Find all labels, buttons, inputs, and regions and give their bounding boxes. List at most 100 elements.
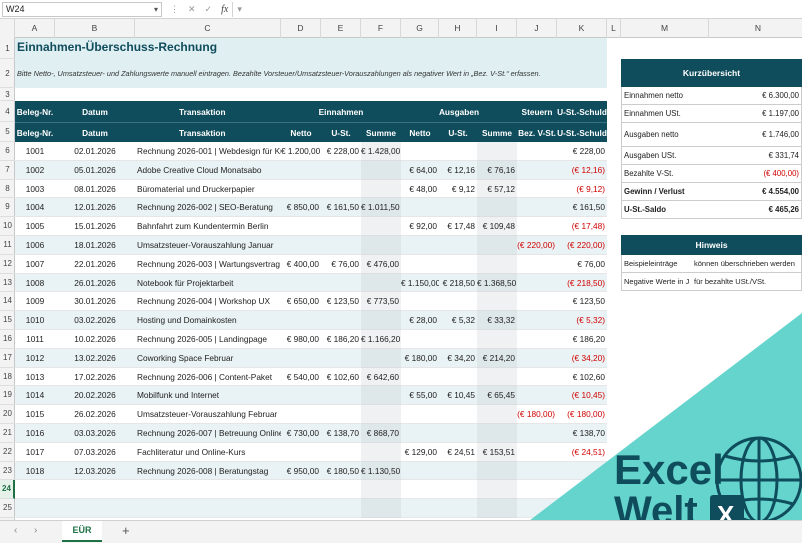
row-header-12[interactable]: 12 <box>0 255 15 274</box>
cell-an[interactable]: € 48,00 <box>401 180 439 199</box>
cell-es[interactable]: € 1.166,20 <box>361 330 401 349</box>
cell-datum[interactable]: 10.02.2026 <box>55 330 135 349</box>
cell-bv[interactable] <box>517 255 557 274</box>
cell-as[interactable] <box>477 198 517 218</box>
cell-nr[interactable]: 1005 <box>15 217 55 236</box>
insert-function-icon[interactable]: fx <box>221 4 228 15</box>
row-header-2[interactable]: 2 <box>0 59 15 88</box>
cell-us[interactable]: (€ 9,12) <box>557 180 607 199</box>
cell-nr[interactable]: 1001 <box>15 142 55 161</box>
cell-as[interactable]: € 33,32 <box>477 311 517 330</box>
cell-trans[interactable]: Notebook für Projektarbeit <box>137 274 281 293</box>
cell-es[interactable] <box>361 311 401 330</box>
cell-an[interactable] <box>401 198 439 217</box>
cell-nr[interactable]: 1013 <box>15 368 55 387</box>
cell-bv[interactable] <box>517 161 557 180</box>
row-header-4[interactable]: 4 <box>0 101 15 122</box>
cell-an[interactable] <box>401 480 439 499</box>
cell-an[interactable] <box>401 330 439 349</box>
cell-nr[interactable] <box>15 499 55 518</box>
cell-bv[interactable] <box>517 424 557 443</box>
prev-sheet-icon[interactable]: ‹ <box>14 525 17 536</box>
cell-an[interactable] <box>401 368 439 387</box>
column-header-g[interactable]: G <box>401 19 439 38</box>
row-header-14[interactable]: 14 <box>0 292 15 312</box>
cell-au[interactable]: € 10,45 <box>439 386 477 405</box>
cell-trans[interactable]: Umsatzsteuer-Vorauszahlung Januar <box>137 236 281 255</box>
cell-bv[interactable] <box>517 443 557 462</box>
cell-es[interactable]: € 773,50 <box>361 292 401 312</box>
cell-trans[interactable] <box>137 480 281 499</box>
cell-en[interactable]: € 540,00 <box>281 368 321 387</box>
cell-nr[interactable]: 1014 <box>15 386 55 405</box>
cell-as[interactable]: € 76,16 <box>477 160 517 180</box>
cell-datum[interactable]: 26.02.2026 <box>55 405 135 424</box>
cell-datum[interactable]: 07.03.2026 <box>55 443 135 462</box>
name-box[interactable]: W24 ▾ <box>2 2 162 17</box>
cell-es[interactable] <box>361 442 401 462</box>
cell-an[interactable] <box>401 236 439 255</box>
cell-es[interactable]: € 1.011,50 <box>361 198 401 218</box>
cell-as[interactable] <box>477 330 517 349</box>
cell-en[interactable]: € 730,00 <box>281 424 321 443</box>
cell-us[interactable]: (€ 10,45) <box>557 386 607 405</box>
cell-an[interactable] <box>401 424 439 443</box>
cell-bv[interactable] <box>517 386 557 405</box>
cell-us[interactable]: (€ 12,16) <box>557 161 607 180</box>
column-header-d[interactable]: D <box>281 19 321 38</box>
cell-nr[interactable] <box>15 480 55 499</box>
cell-en[interactable] <box>281 236 321 255</box>
cell-eu[interactable]: € 186,20 <box>321 330 361 349</box>
cell-bv[interactable] <box>517 217 557 236</box>
cell-us[interactable] <box>557 499 607 518</box>
cell-an[interactable] <box>401 142 439 161</box>
cell-trans[interactable]: Umsatzsteuer-Vorauszahlung Februar <box>137 405 281 424</box>
cell-au[interactable] <box>439 368 477 387</box>
cell-es[interactable] <box>361 405 401 424</box>
row-header-15[interactable]: 15 <box>0 311 15 330</box>
cell-trans[interactable]: Mobilfunk und Internet <box>137 386 281 405</box>
cell-as[interactable] <box>477 405 517 424</box>
cell-en[interactable] <box>281 386 321 405</box>
cell-au[interactable] <box>439 462 477 481</box>
cell-an[interactable]: € 1.150,00 <box>401 274 439 293</box>
cell-bv[interactable] <box>517 462 557 481</box>
cell-nr[interactable]: 1003 <box>15 180 55 199</box>
cell-eu[interactable]: € 138,70 <box>321 424 361 443</box>
cell-eu[interactable] <box>321 274 361 293</box>
cell-us[interactable]: € 228,00 <box>557 142 607 161</box>
row-header-16[interactable]: 16 <box>0 330 15 349</box>
cell-en[interactable] <box>281 161 321 180</box>
cell-bv[interactable] <box>517 292 557 311</box>
row-header-8[interactable]: 8 <box>0 180 15 199</box>
cell-bv[interactable] <box>517 349 557 368</box>
cell-au[interactable]: € 24,51 <box>439 443 477 462</box>
cell-as[interactable] <box>477 254 517 274</box>
cell-eu[interactable] <box>321 161 361 180</box>
row-header-18[interactable]: 18 <box>0 368 15 387</box>
row-header-21[interactable]: 21 <box>0 424 15 443</box>
cell-en[interactable] <box>281 217 321 236</box>
cell-eu[interactable] <box>321 180 361 199</box>
chevron-down-icon[interactable]: ▾ <box>154 3 158 16</box>
cell-us[interactable]: (€ 24,51) <box>557 443 607 462</box>
row-header-6[interactable]: 6 <box>0 142 15 161</box>
cell-datum[interactable]: 08.01.2026 <box>55 180 135 199</box>
cell-nr[interactable]: 1002 <box>15 161 55 180</box>
cell-as[interactable] <box>477 424 517 443</box>
cell-es[interactable]: € 642,60 <box>361 367 401 387</box>
cell-en[interactable]: € 400,00 <box>281 255 321 274</box>
cell-nr[interactable]: 1018 <box>15 462 55 481</box>
cell-nr[interactable]: 1015 <box>15 405 55 424</box>
cell-es[interactable] <box>361 217 401 236</box>
cell-es[interactable] <box>361 348 401 368</box>
column-header-b[interactable]: B <box>55 19 135 38</box>
cell-eu[interactable]: € 228,00 <box>321 142 361 161</box>
cancel-icon[interactable]: ✕ <box>188 4 196 15</box>
cell-au[interactable] <box>439 330 477 349</box>
cell-es[interactable] <box>361 480 401 500</box>
cell-trans[interactable]: Rechnung 2026-003 | Wartungsvertrag <box>137 255 281 274</box>
cell-as[interactable] <box>477 236 517 255</box>
cell-au[interactable]: € 12,16 <box>439 161 477 180</box>
cell-eu[interactable] <box>321 217 361 236</box>
